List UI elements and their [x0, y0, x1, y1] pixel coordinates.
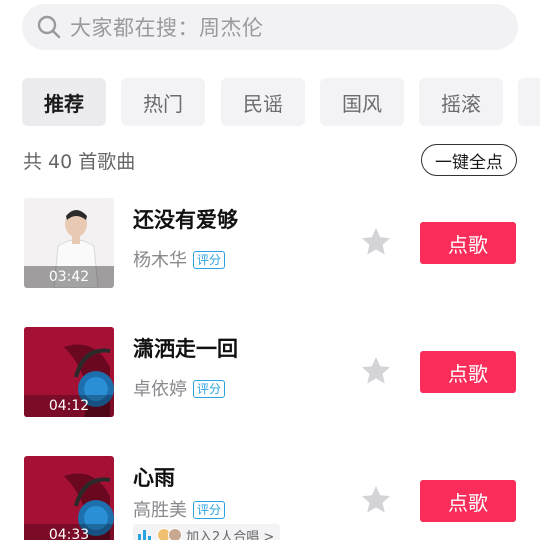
request-song-button[interactable]: 点歌: [420, 222, 516, 264]
avatar: [168, 528, 182, 540]
song-cover: 03:42: [24, 198, 114, 288]
tab-folk[interactable]: 民谣: [221, 78, 305, 126]
song-cover: 04:33: [24, 456, 114, 540]
song-duration: 03:42: [48, 269, 90, 285]
artist-name: 卓依婷: [133, 379, 187, 400]
search-placeholder: 大家都在搜：周杰伦: [70, 16, 264, 40]
favorite-star-icon[interactable]: [360, 226, 392, 258]
tab-hot[interactable]: 热门: [121, 78, 205, 126]
song-title: 还没有爱够: [133, 208, 238, 232]
artist-name: 高胜美: [133, 500, 187, 521]
song-row[interactable]: 04:33 心雨 高胜美 评分 加入2人合唱 > 点歌: [0, 456, 540, 540]
song-artist: 卓依婷 评分: [133, 375, 226, 401]
tab-recommend[interactable]: 推荐: [22, 78, 106, 126]
favorite-star-icon[interactable]: [360, 355, 392, 387]
song-cover: 04:12: [24, 327, 114, 417]
equalizer-icon: [138, 530, 151, 540]
score-badge[interactable]: 评分: [193, 501, 226, 519]
select-all-button[interactable]: 一键全点: [421, 144, 517, 176]
artist-name: 杨木华: [133, 250, 187, 271]
song-title: 潇洒走一回: [133, 337, 238, 361]
category-tabs: 推荐 热门 民谣 国风 摇滚: [22, 78, 540, 126]
tab-guofeng[interactable]: 国风: [320, 78, 404, 126]
song-artist: 杨木华 评分: [133, 246, 226, 272]
song-row[interactable]: 04:12 潇洒走一回 卓依婷 评分 点歌: [0, 327, 540, 437]
favorite-star-icon[interactable]: [360, 484, 392, 516]
request-song-button[interactable]: 点歌: [420, 480, 516, 522]
song-duration: 04:33: [48, 527, 90, 540]
request-song-button[interactable]: 点歌: [420, 351, 516, 393]
score-badge[interactable]: 评分: [193, 380, 226, 398]
song-row[interactable]: 03:42 还没有爱够 杨木华 评分 点歌: [0, 198, 540, 308]
search-icon: [37, 15, 61, 39]
tab-rock[interactable]: 摇滚: [419, 78, 503, 126]
song-count: 共 40 首歌曲: [23, 151, 136, 173]
search-bar[interactable]: 大家都在搜：周杰伦: [22, 4, 518, 50]
song-duration: 04:12: [48, 398, 90, 414]
song-title: 心雨: [133, 466, 175, 490]
song-artist: 高胜美 评分: [133, 496, 226, 522]
chorus-label: 加入2人合唱 >: [186, 529, 275, 540]
tab-more[interactable]: [518, 78, 540, 126]
join-chorus-button[interactable]: 加入2人合唱 >: [133, 524, 281, 540]
score-badge[interactable]: 评分: [193, 251, 226, 269]
